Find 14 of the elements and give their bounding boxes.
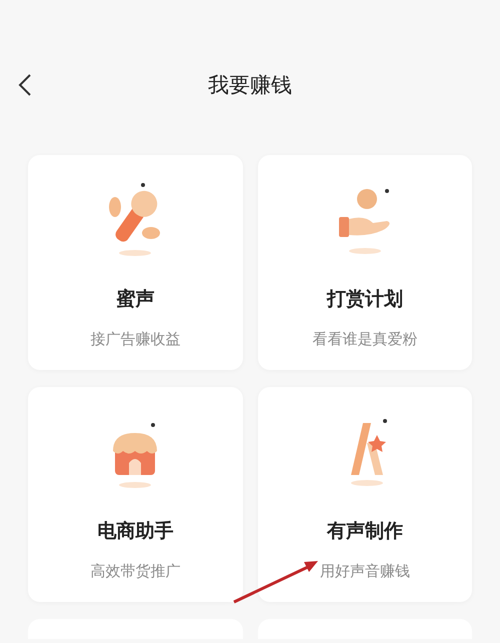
card-title: 打赏计划 <box>326 287 403 312</box>
card-subtitle: 接广告赚收益 <box>90 328 180 350</box>
card-subtitle: 看看谁是真爱粉 <box>312 328 418 350</box>
card-title: 电商助手 <box>97 519 174 544</box>
page-title: 我要赚钱 <box>208 72 292 99</box>
card-subtitle: 高效带货推广 <box>90 560 180 582</box>
feature-card[interactable]: 有声制作 用好声音赚钱 <box>258 387 472 602</box>
feature-card[interactable]: 打赏计划 看看谁是真爱粉 <box>258 155 472 370</box>
card-title: 有声制作 <box>326 519 403 544</box>
card-title: 蜜声 <box>116 287 154 312</box>
feature-card[interactable]: 电商助手 高效带货推广 <box>28 387 242 602</box>
feature-card[interactable]: 蜜声 接广告赚收益 <box>28 155 242 370</box>
back-icon[interactable] <box>18 74 32 96</box>
card-subtitle: 用好声音赚钱 <box>320 560 410 582</box>
